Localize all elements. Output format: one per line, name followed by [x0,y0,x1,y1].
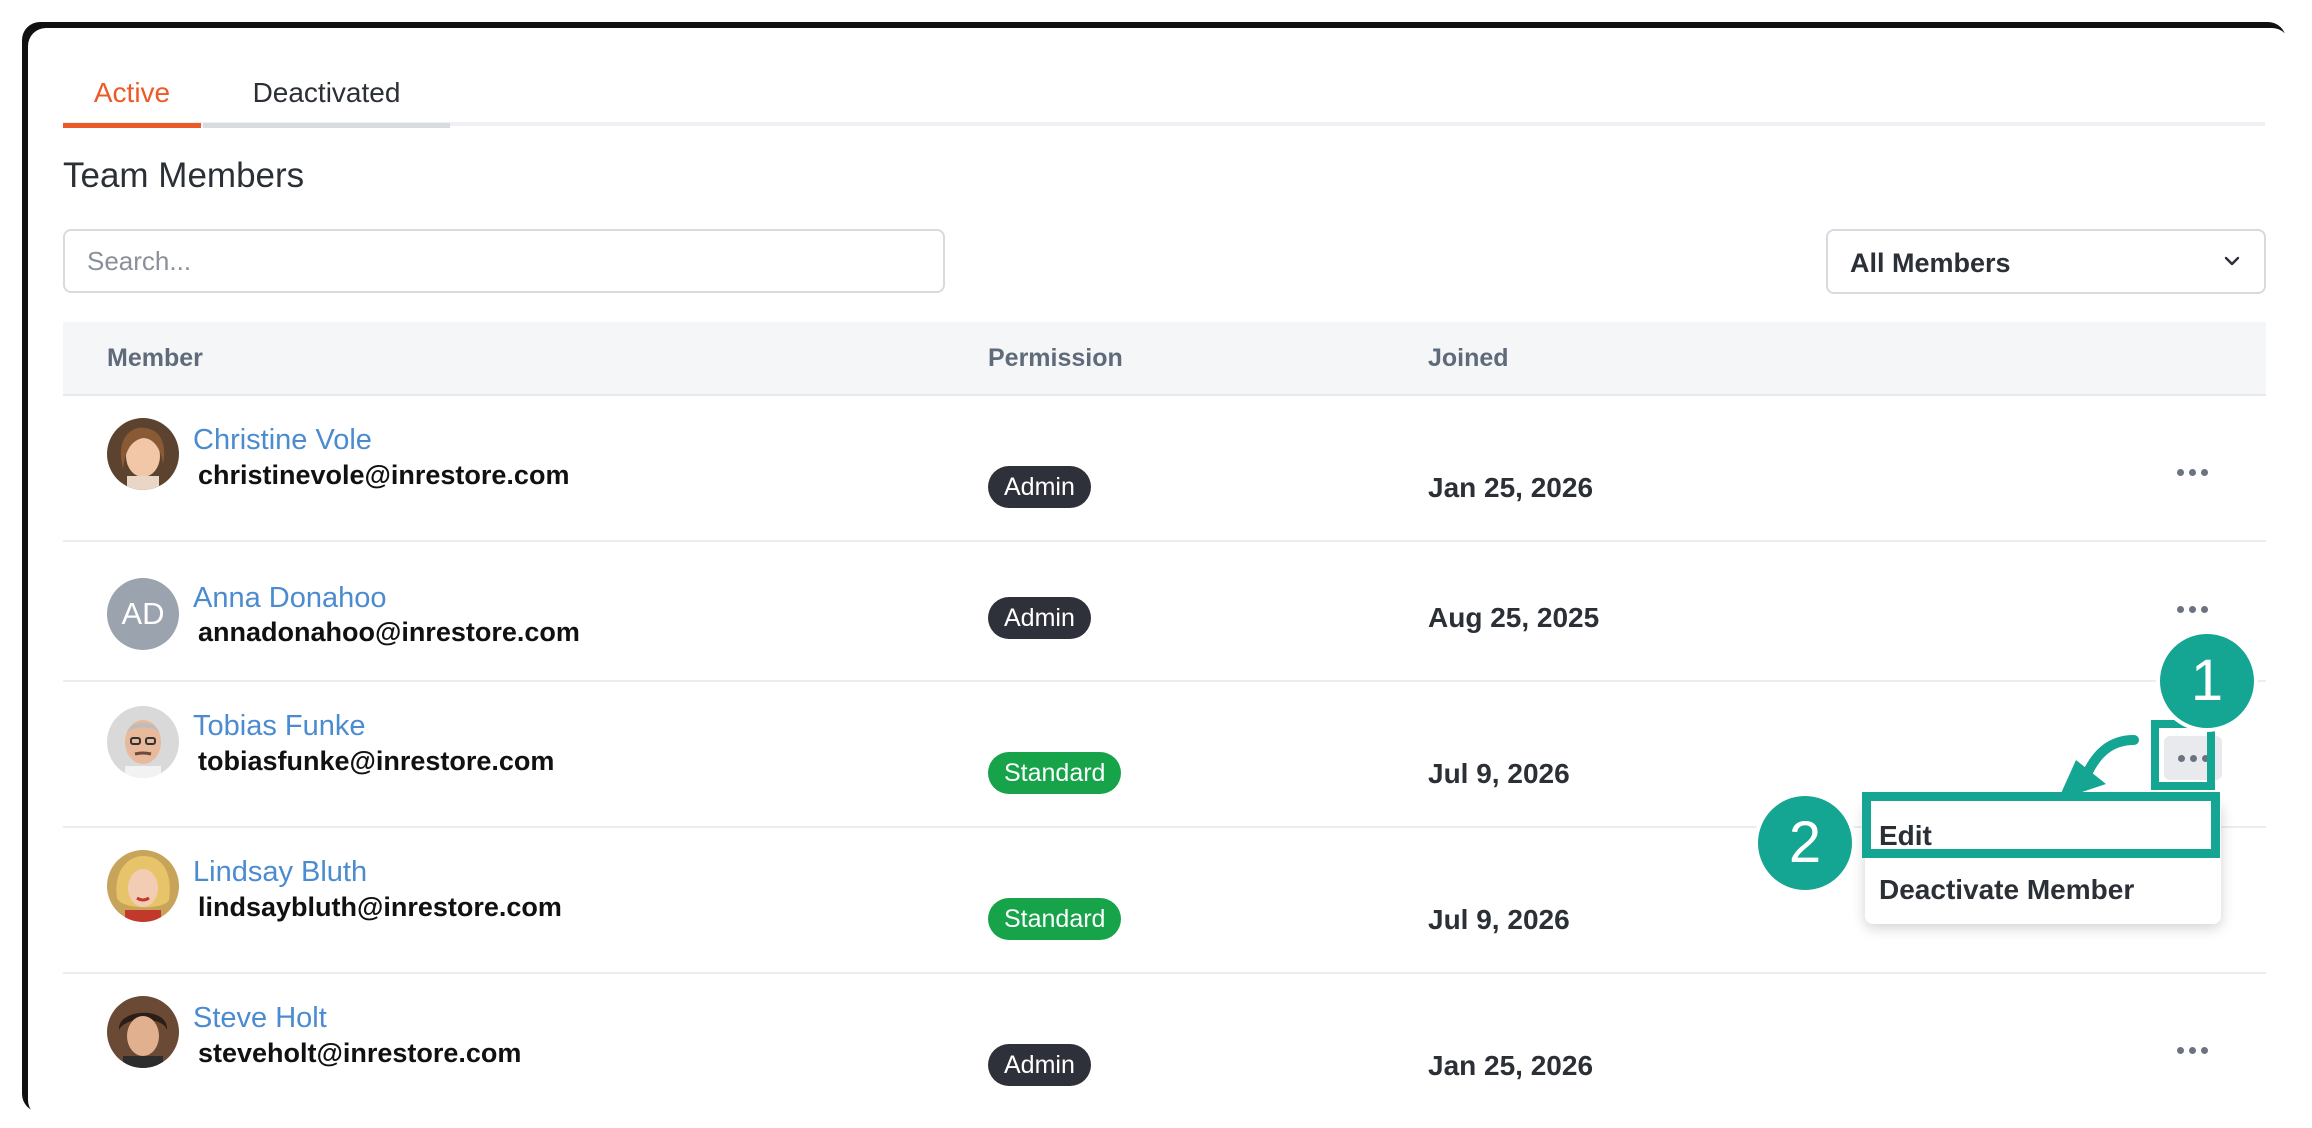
table-header: Member Permission Joined [63,322,2266,396]
table-row: AD Anna Donahoo annadonahoo@inrestore.co… [63,542,2266,682]
curved-arrow-icon [2058,735,2139,800]
column-header-member: Member [107,344,203,372]
member-name-link[interactable]: Christine Vole [193,424,372,457]
step-1-badge: 1 [2156,630,2258,732]
permission-badge: Admin [988,597,1091,639]
more-icon-dot [2200,1046,2208,1054]
table-row: Christine Vole christinevole@inrestore.c… [63,396,2266,542]
column-header-permission: Permission [988,344,1123,372]
more-icon-dot [2188,1046,2196,1054]
tab-deactivated[interactable]: Deactivated [203,70,450,128]
more-icon [2176,1046,2184,1054]
joined-date: Jul 9, 2026 [1428,904,1570,935]
avatar [107,996,179,1068]
member-name-link[interactable]: Lindsay Bluth [193,856,367,889]
avatar [107,418,179,490]
avatar [107,706,179,778]
member-email: tobiasfunke@inrestore.com [198,746,555,776]
joined-date: Aug 25, 2025 [1428,602,1600,633]
permission-badge: Standard [988,898,1122,940]
page-title: Team Members [63,156,305,195]
menu-item-deactivate-member[interactable]: Deactivate Member [1879,874,2134,906]
column-header-joined: Joined [1428,344,1509,372]
avatar [107,850,179,922]
member-email: lindsaybluth@inrestore.com [198,892,562,922]
chevron-down-icon [2224,256,2240,266]
status-tabs: Active Deactivated [63,70,2265,128]
row-actions-button[interactable] [2163,587,2221,631]
more-icon-dot [2200,605,2208,613]
joined-date: Jul 9, 2026 [1428,758,1570,789]
tab-active[interactable]: Active [63,70,201,128]
joined-date: Jan 25, 2026 [1428,1050,1594,1081]
filter-selected-label: All Members [1850,248,2011,278]
member-email: steveholt@inrestore.com [198,1038,522,1068]
more-icon-dot [2200,468,2208,476]
more-icon-dot [2188,605,2196,613]
more-icon [2176,468,2184,476]
search-input[interactable] [63,229,945,293]
member-email: christinevole@inrestore.com [198,460,570,490]
member-filter-select[interactable]: All Members [1826,229,2266,294]
step-2-badge: 2 [1754,792,1856,894]
avatar: AD [107,578,179,650]
more-icon [2176,605,2184,613]
page-shadow: Active Deactivated Team Members All Memb… [22,22,2290,1118]
permission-badge: Standard [988,752,1122,794]
table-row: Steve Holt steveholt@inrestore.com Admin… [63,974,2266,1118]
member-email: annadonahoo@inrestore.com [198,617,580,647]
row-actions-button[interactable] [2163,1028,2221,1072]
permission-badge: Admin [988,466,1091,508]
page-card: Active Deactivated Team Members All Memb… [28,28,2290,1118]
row-actions-button[interactable] [2163,450,2221,494]
member-name-link[interactable]: Steve Holt [193,1002,327,1035]
joined-date: Jan 25, 2026 [1428,472,1594,503]
member-name-link[interactable]: Anna Donahoo [193,582,387,615]
permission-badge: Admin [988,1044,1091,1086]
member-name-link[interactable]: Tobias Funke [193,710,366,743]
more-icon-dot [2188,468,2196,476]
